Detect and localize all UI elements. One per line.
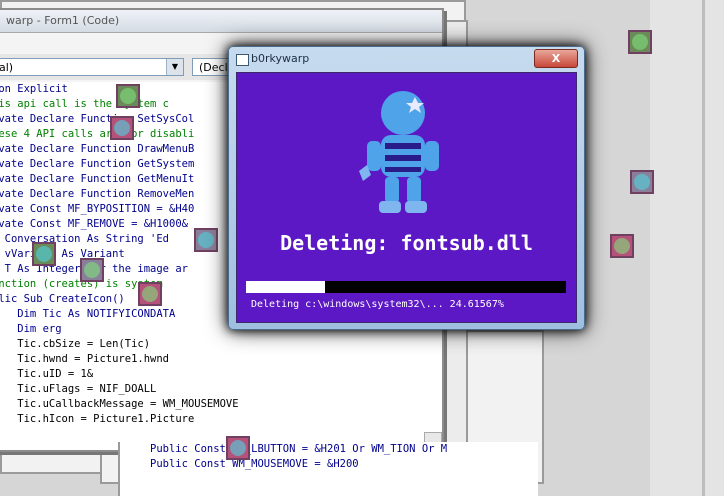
tongue-sticker-icon [630,170,654,194]
progress-bar [246,281,566,293]
status-text: Deleting c:\windows\system32\... 24.6156… [251,299,504,310]
glitch-streak [702,0,705,496]
close-button[interactable]: X [534,49,578,68]
smiley-sticker-icon [110,116,134,140]
code-line: Tic.hwnd = Picture1.hwnd [0,353,170,365]
code-window-titlebar[interactable]: warp - Form1 (Code) [0,10,442,33]
astronaut-icon [359,91,439,213]
tongue-sticker-icon [138,282,162,306]
chevron-down-icon[interactable]: ▼ [166,59,183,75]
dialog-body: Deleting: fontsub.dll Deleting c:\window… [236,72,577,323]
skull-sticker-icon [32,242,56,266]
code-line: Tic.uID = 1& [0,368,94,380]
object-combo-value: al) [0,61,14,74]
code-window-title: warp - Form1 (Code) [6,14,120,27]
skull-sticker-icon [610,234,634,258]
alien-sticker-icon [116,84,140,108]
code-editor-lower[interactable]: Public Const WM_LBUTTON = &H201 Or WM_TI… [118,442,538,496]
window-icon [236,54,249,66]
tongue-sticker-icon [80,258,104,282]
code-line: Tic.hIcon = Picture1.Picture [0,413,195,425]
smiley-sticker-icon [194,228,218,252]
code-line: Tic.uFlags = NIF_DOALL [0,383,157,395]
progress-bar-fill [246,281,325,293]
dialog-title: b0rkywarp [251,52,310,65]
code-line: Tic.uCallbackMessage = WM_MOUSEMOVE [0,398,239,410]
code-line: Public Const WM_MOUSEMOVE = &H200 [150,458,359,470]
deleting-heading: Deleting: fontsub.dll [280,231,533,255]
desktop-background [650,0,724,496]
code-line: Public Const WM_LBUTTON = &H201 Or WM_TI… [150,443,448,455]
object-combo[interactable]: al) ▼ [0,58,184,76]
code-line: Tic.cbSize = Len(Tic) [0,338,151,350]
smiley-sticker-icon [226,436,250,460]
alien-sticker-icon [628,30,652,54]
b0rkywarp-dialog: b0rkywarp X Deleting: fontsub.dll Deleti… [228,46,585,330]
